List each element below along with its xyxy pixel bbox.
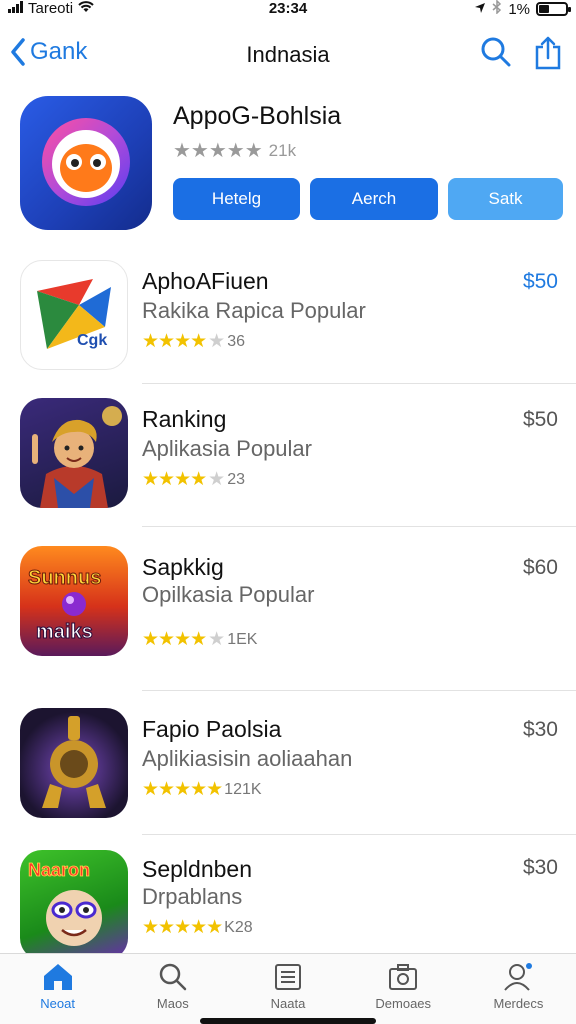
action-button-3[interactable]: Satk — [448, 178, 563, 220]
app-name: Sapkkig — [142, 554, 224, 580]
home-indicator — [200, 1018, 376, 1024]
app-name: AphoAFiuen — [142, 268, 269, 294]
rating-count: K28 — [224, 918, 253, 936]
app-rating: ★★★★★ K28 — [142, 916, 253, 939]
featured-app-icon[interactable] — [20, 96, 152, 230]
app-name: Sepldnben — [142, 856, 252, 882]
svg-text:Sunnus: Sunnus — [28, 567, 101, 589]
rating-count: 36 — [227, 332, 245, 350]
price-button[interactable]: $30 — [523, 856, 558, 880]
tab-user[interactable]: Merdecs — [461, 954, 576, 1024]
featured-app-rating: ★★★★★ 21k — [173, 138, 296, 163]
action-button-2[interactable]: Aerch — [310, 178, 438, 220]
app-subtitle: Aplikiasisin aoliaahan — [142, 746, 353, 771]
rating-stars: ★★★★ — [142, 629, 207, 650]
tab-label: Naata — [270, 996, 306, 1011]
app-subtitle: Aplikasia Popular — [142, 436, 312, 461]
tab-label: Maos — [156, 996, 189, 1011]
rating-stars: ★★★★★ — [142, 917, 223, 938]
app-rating: ★★★★ ★ 36 — [142, 330, 245, 353]
list-item[interactable]: Fapio Paolsia Aplikiasisin aoliaahan ★★★… — [0, 706, 576, 846]
nav-actions — [480, 36, 562, 75]
divider — [142, 526, 576, 527]
app-subtitle: Opilkasia Popular — [142, 582, 315, 607]
list-icon — [275, 964, 301, 990]
list-item[interactable]: Sunnus maiks Sapkkig Opilkasia Popular ★… — [0, 544, 576, 691]
price-button[interactable]: $60 — [523, 556, 558, 580]
rating-count: 121K — [224, 780, 262, 798]
rating-stars: ★★★★★ — [142, 779, 223, 800]
tab-bar: Neoat Maos Naata Demoaes Merdecs — [0, 953, 576, 1024]
action-button-1[interactable]: Hetelg — [173, 178, 300, 220]
app-name: Ranking — [142, 406, 227, 432]
featured-app-actions: Hetelg Aerch Satk — [173, 178, 563, 220]
tab-list[interactable]: Naata — [230, 954, 345, 1024]
app-icon: Cgk — [20, 260, 128, 370]
app-icon: Sunnus maiks — [20, 546, 128, 656]
rating-count: 21k — [268, 140, 297, 160]
rating-half-star: ★ — [208, 331, 226, 352]
rating-half-star: ★ — [208, 469, 226, 490]
battery-percent: 1% — [508, 0, 530, 18]
camera-icon — [389, 964, 418, 990]
location-icon — [474, 1, 486, 18]
rating-count: 23 — [227, 470, 245, 488]
list-item[interactable]: Ranking Aplikasia Popular ★★★★ ★ 23 $50 — [0, 396, 576, 536]
price-button[interactable]: $50 — [523, 408, 558, 432]
app-icon — [20, 398, 128, 508]
list-item[interactable]: Cgk AphoAFiuen Rakika Rapica Popular ★★★… — [0, 258, 576, 398]
search-icon — [159, 963, 187, 991]
user-icon — [504, 963, 533, 991]
app-icon — [20, 708, 128, 818]
divider — [142, 690, 576, 691]
tab-search[interactable]: Maos — [115, 954, 230, 1024]
rating-stars: ★★★★★ — [173, 140, 263, 162]
app-rating: ★★★★ ★ 23 — [142, 468, 245, 491]
svg-text:Cgk: Cgk — [77, 332, 107, 349]
app-name: Fapio Paolsia — [142, 716, 282, 742]
tab-camera[interactable]: Demoaes — [346, 954, 461, 1024]
divider — [142, 383, 576, 384]
app-rating: ★★★★ ★ 1EK — [142, 628, 257, 651]
share-icon[interactable] — [534, 36, 562, 75]
tab-label: Demoaes — [375, 996, 432, 1011]
app-icon: Naaron — [20, 850, 128, 960]
app-rating: ★★★★★ 121K — [142, 778, 262, 801]
bluetooth-icon — [492, 0, 502, 18]
svg-text:Naaron: Naaron — [28, 860, 90, 880]
home-icon — [43, 964, 72, 990]
rating-stars: ★★★★ — [142, 469, 207, 490]
status-bar: Tareoti 23:34 1% — [0, 0, 576, 22]
app-subtitle: Rakika Rapica Popular — [142, 298, 366, 323]
tab-label: Merdecs — [493, 996, 544, 1011]
search-icon[interactable] — [480, 36, 512, 75]
rating-count: 1EK — [227, 630, 258, 648]
status-right: 1% — [474, 0, 571, 18]
svg-text:maiks: maiks — [36, 621, 93, 643]
featured-app-name: AppoG-Bohlsia — [173, 102, 342, 130]
tab-home[interactable]: Neoat — [0, 954, 115, 1024]
rating-stars: ★★★★ — [142, 331, 207, 352]
rating-half-star: ★ — [208, 629, 226, 650]
price-button[interactable]: $30 — [523, 718, 558, 742]
battery-icon — [536, 2, 571, 16]
price-button[interactable]: $50 — [523, 270, 558, 294]
navigation-bar: Gank Indnasia — [0, 30, 576, 80]
tab-label: Neoat — [40, 996, 75, 1011]
app-subtitle: Drpablans — [142, 884, 243, 909]
featured-app: AppoG-Bohlsia ★★★★★ 21k Hetelg Aerch Sat… — [0, 94, 576, 234]
divider — [142, 834, 576, 835]
